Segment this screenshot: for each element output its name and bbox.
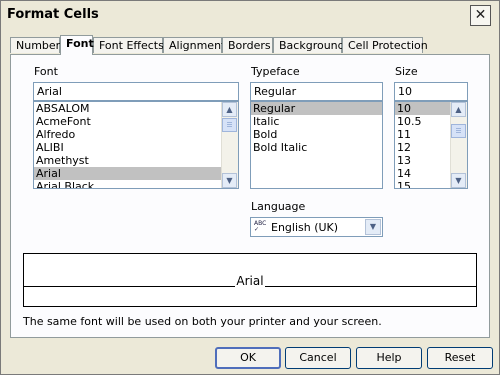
- list-item[interactable]: Bold: [251, 128, 382, 141]
- font-note: The same font will be used on both your …: [23, 315, 382, 328]
- list-item[interactable]: ABSALOM: [34, 102, 238, 115]
- tab-font[interactable]: Font: [60, 35, 94, 55]
- preview-text: Arial: [235, 274, 265, 288]
- list-item[interactable]: ALIBI: [34, 141, 238, 154]
- list-item-selected[interactable]: Arial: [34, 167, 238, 180]
- tab-cell-protection[interactable]: Cell Protection: [342, 37, 428, 53]
- list-item[interactable]: AcmeFont: [34, 115, 238, 128]
- title-bar: Format Cells ✕: [1, 1, 499, 31]
- language-dropdown[interactable]: ABC ✓ English (UK) ▼: [250, 217, 383, 237]
- size-field[interactable]: 10: [394, 82, 468, 101]
- typeface-field[interactable]: Regular: [250, 82, 383, 101]
- font-list-scrollbar[interactable]: ▲ ▼: [221, 102, 238, 188]
- language-label: Language: [251, 200, 306, 213]
- close-icon: ✕: [474, 7, 487, 23]
- cancel-button[interactable]: Cancel: [285, 347, 351, 369]
- font-list[interactable]: ABSALOM AcmeFont Alfredo ALIBI Amethyst …: [33, 101, 239, 189]
- scroll-down-icon[interactable]: ▼: [451, 173, 466, 188]
- scroll-up-icon[interactable]: ▲: [451, 102, 466, 117]
- list-item[interactable]: Italic: [251, 115, 382, 128]
- scroll-down-icon[interactable]: ▼: [222, 173, 237, 188]
- typeface-list[interactable]: Regular Italic Bold Bold Italic: [250, 101, 383, 189]
- reset-button[interactable]: Reset: [427, 347, 493, 369]
- scroll-up-icon[interactable]: ▲: [222, 102, 237, 117]
- size-list[interactable]: 10 10.5 11 12 13 14 15 ▲ ▼: [394, 101, 468, 189]
- tab-numbers[interactable]: Numbers: [10, 37, 66, 53]
- list-item[interactable]: Bold Italic: [251, 141, 382, 154]
- list-item[interactable]: Arial Black: [34, 180, 238, 188]
- ok-button[interactable]: OK: [215, 347, 281, 369]
- tab-background[interactable]: Background: [273, 37, 345, 53]
- typeface-label: Typeface: [251, 65, 300, 78]
- scroll-thumb[interactable]: [222, 118, 237, 132]
- list-item[interactable]: Amethyst: [34, 154, 238, 167]
- font-label: Font: [34, 65, 58, 78]
- size-label: Size: [395, 65, 418, 78]
- language-value: English (UK): [271, 221, 339, 234]
- list-item[interactable]: Alfredo: [34, 128, 238, 141]
- close-button[interactable]: ✕: [470, 5, 491, 26]
- tab-font-effects[interactable]: Font Effects: [93, 37, 164, 53]
- help-button[interactable]: Help: [356, 347, 422, 369]
- font-preview: Arial: [23, 253, 477, 307]
- chevron-down-icon[interactable]: ▼: [365, 219, 381, 235]
- dialog-title: Format Cells: [7, 7, 99, 22]
- tab-alignment[interactable]: Alignment: [163, 37, 225, 53]
- tab-borders[interactable]: Borders: [222, 37, 273, 53]
- font-name-field[interactable]: Arial: [33, 82, 239, 101]
- abc-spellcheck-icon: ABC ✓: [254, 220, 267, 233]
- list-item-selected[interactable]: Regular: [251, 102, 382, 115]
- scroll-thumb[interactable]: [451, 124, 466, 138]
- format-cells-dialog: Format Cells ✕ Numbers Font Font Effects…: [0, 0, 500, 375]
- size-list-scrollbar[interactable]: ▲ ▼: [450, 102, 467, 188]
